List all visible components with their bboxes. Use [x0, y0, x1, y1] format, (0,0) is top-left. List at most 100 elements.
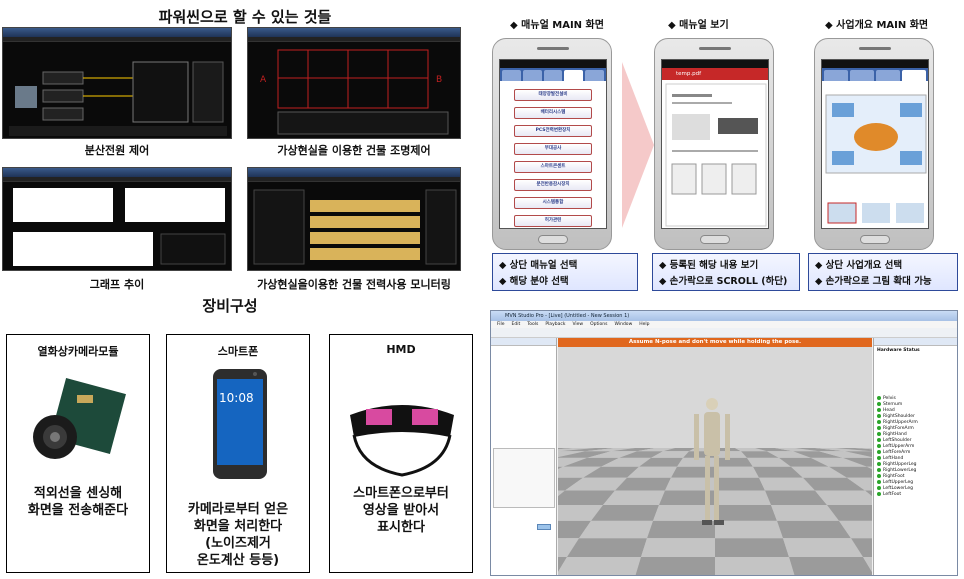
- screen-graph-trend: [2, 167, 232, 271]
- note-box-1: ◆ 상단 매뉴얼 선택 ◆ 해당 분야 선택: [492, 253, 638, 291]
- thermal-camera-image: [33, 378, 126, 459]
- manual-menu-item[interactable]: 배터리시스템: [514, 107, 592, 119]
- equipment-title-1: 열화상카메라모듈: [37, 345, 119, 358]
- equipment-desc-1: 적외선을 센싱해 화면을 전송해준다: [27, 486, 129, 518]
- mvn-right-pane: Hardware Status Pelvis Sternum Head RightSh…: [873, 338, 957, 575]
- svg-text:B: B: [436, 75, 442, 85]
- left-title: 파워씬으로 할 수 있는 것들: [158, 8, 332, 26]
- mvn-window-title: MVN Studio Pro - [Live] (Untitled - New …: [491, 311, 957, 321]
- screen-caption-4: 가상현실을이용한 건물 전력사용 모니터링: [257, 278, 451, 291]
- segment-name: RightUpperArm: [883, 419, 918, 425]
- segment-name: RightShoulder: [883, 413, 915, 419]
- pdf-title-bar: temp.pdf: [662, 68, 768, 80]
- note-box-3: ◆ 상단 사업개요 선택 ◆ 손가락으로 그림 확대 가능: [808, 253, 958, 291]
- status-ok-icon: [877, 480, 881, 484]
- status-ok-icon: [877, 492, 881, 496]
- equipment-desc-3: 스마트폰으로부터 영상을 받아서 표시한다: [353, 486, 449, 535]
- screen-caption-2: 가상현실을 이용한 건물 조명제어: [277, 144, 431, 157]
- status-ok-icon: [877, 396, 881, 400]
- status-ok-icon: [877, 402, 881, 406]
- screen-caption-1: 분산전원 제어: [84, 144, 150, 157]
- screen-distributed-power: [2, 27, 232, 139]
- mvn-menu-item[interactable]: Help: [639, 321, 649, 328]
- equipment-hmd: HMD 스마트폰으로부터 영상을 받아서 표시한다: [329, 334, 473, 573]
- manual-menu-item[interactable]: 분전반용감시장치: [514, 179, 592, 191]
- status-ok-icon: [877, 450, 881, 454]
- status-ok-icon: [877, 462, 881, 466]
- hmd-image: [350, 405, 454, 477]
- equipment-smartphone: 스마트폰 10:08 카메라로부터 얻은 화면을 처리한다 (노이즈제거 온도계…: [166, 334, 310, 573]
- mvn-menu-item[interactable]: File: [497, 321, 505, 328]
- status-ok-icon: [877, 408, 881, 412]
- note-box-2: ◆ 등록된 해당 내용 보기 ◆ 손가락으로 SCROLL (하단): [652, 253, 800, 291]
- segment-name: LeftFoot: [883, 491, 902, 497]
- manual-menu-item[interactable]: PCS전력변환장치: [514, 125, 592, 137]
- npose-alert: Assume N-pose and don't move while holdi…: [558, 338, 872, 347]
- pdf-page: [665, 83, 767, 227]
- screen-caption-3: 그래프 추이: [89, 278, 145, 291]
- manual-menu-item[interactable]: 시스템통합: [514, 197, 592, 209]
- phone-section-label-2: ◆ 매뉴얼 보기: [668, 20, 729, 31]
- status-ok-icon: [877, 432, 881, 436]
- status-ok-icon: [877, 420, 881, 424]
- segment-name: LeftUpperLeg: [883, 479, 914, 485]
- equipment-title-2: 스마트폰: [217, 345, 259, 358]
- equipment-title-3: HMD: [386, 343, 416, 356]
- status-ok-icon: [877, 414, 881, 418]
- status-ok-icon: [877, 444, 881, 448]
- manual-menu-item[interactable]: 스마트콘센트: [514, 161, 592, 173]
- svg-text:A: A: [260, 75, 267, 85]
- business-overview: [825, 94, 927, 224]
- segment-name: RightHand: [883, 431, 907, 437]
- segment-name: LeftUpperArm: [883, 443, 915, 449]
- phone-business-main: [814, 38, 934, 250]
- segment-row[interactable]: LeftFoot: [874, 491, 957, 497]
- segment-name: Pelvis: [883, 395, 896, 401]
- pdf-filename: temp.pdf: [676, 71, 702, 77]
- mvn-menu-item[interactable]: View: [572, 321, 583, 328]
- status-ok-icon: [877, 456, 881, 460]
- segment-list: Pelvis Sternum Head RightShoulder RightUpper…: [874, 395, 957, 497]
- equipment-title: 장비구성: [202, 297, 258, 315]
- mvn-3d-viewport: Assume N-pose and don't move while holdi…: [558, 338, 872, 575]
- segment-name: RightFoot: [883, 473, 905, 479]
- status-ok-icon: [877, 474, 881, 478]
- manual-menu-item[interactable]: 태양광발전설비: [514, 89, 592, 101]
- mvn-calibrate-button[interactable]: [537, 524, 551, 530]
- screen-power-monitoring: [247, 167, 461, 271]
- mvn-menu-item[interactable]: Playback: [545, 321, 565, 328]
- manual-menu-item[interactable]: 허가관련: [514, 215, 592, 227]
- segment-name: LeftForeArm: [883, 449, 911, 455]
- smartphone-image: [213, 369, 267, 479]
- manual-menu-list: 태양광발전설비배터리시스템 PCS전력변환장치부대공사스마트콘센트분전반용감시장치…: [500, 89, 606, 227]
- segment-name: RightForeArm: [883, 425, 914, 431]
- manual-menu-item[interactable]: 부대공사: [514, 143, 592, 155]
- segment-name: LeftLowerLeg: [883, 485, 913, 491]
- mvn-left-pane: [491, 338, 557, 575]
- mvn-toolbar: [491, 328, 957, 338]
- mvn-menu-item[interactable]: Tools: [527, 321, 538, 328]
- segment-name: Head: [883, 407, 895, 413]
- status-ok-icon: [877, 426, 881, 430]
- mvn-menu-item[interactable]: Window: [615, 321, 633, 328]
- skeleton-avatar: [694, 398, 730, 525]
- segment-name: RightLowerLeg: [883, 467, 917, 473]
- status-ok-icon: [877, 438, 881, 442]
- segment-name: LeftHand: [883, 455, 904, 461]
- equipment-desc-2: 카메라로부터 얻은 화면을 처리한다 (노이즈제거 온도계산 등등): [187, 502, 289, 568]
- phone-section-label-3: ◆ 사업개요 MAIN 화면: [825, 20, 929, 31]
- phone-clock: 10:08: [219, 391, 254, 405]
- phone-manual-main: 태양광발전설비배터리시스템 PCS전력변환장치부대공사스마트콘센트분전반용감시장치…: [492, 38, 612, 250]
- hardware-status-header: Hardware Status: [877, 348, 920, 353]
- phone-manual-view: temp.pdf: [654, 38, 774, 250]
- phone-section-label-1: ◆ 매뉴얼 MAIN 화면: [510, 20, 604, 31]
- equipment-thermal-camera: 열화상카메라모듈 적외선을 센싱해 화면을 전송해준다: [6, 334, 150, 573]
- segment-name: RightUpperLeg: [883, 461, 917, 467]
- screen-vr-lighting: A B: [247, 27, 461, 139]
- mvn-menu-item[interactable]: Edit: [512, 321, 521, 328]
- segment-name: LeftShoulder: [883, 437, 912, 443]
- transition-arrow: [622, 62, 654, 228]
- status-ok-icon: [877, 468, 881, 472]
- mvn-menu-item[interactable]: Options: [590, 321, 607, 328]
- segment-name: Sternum: [883, 401, 903, 407]
